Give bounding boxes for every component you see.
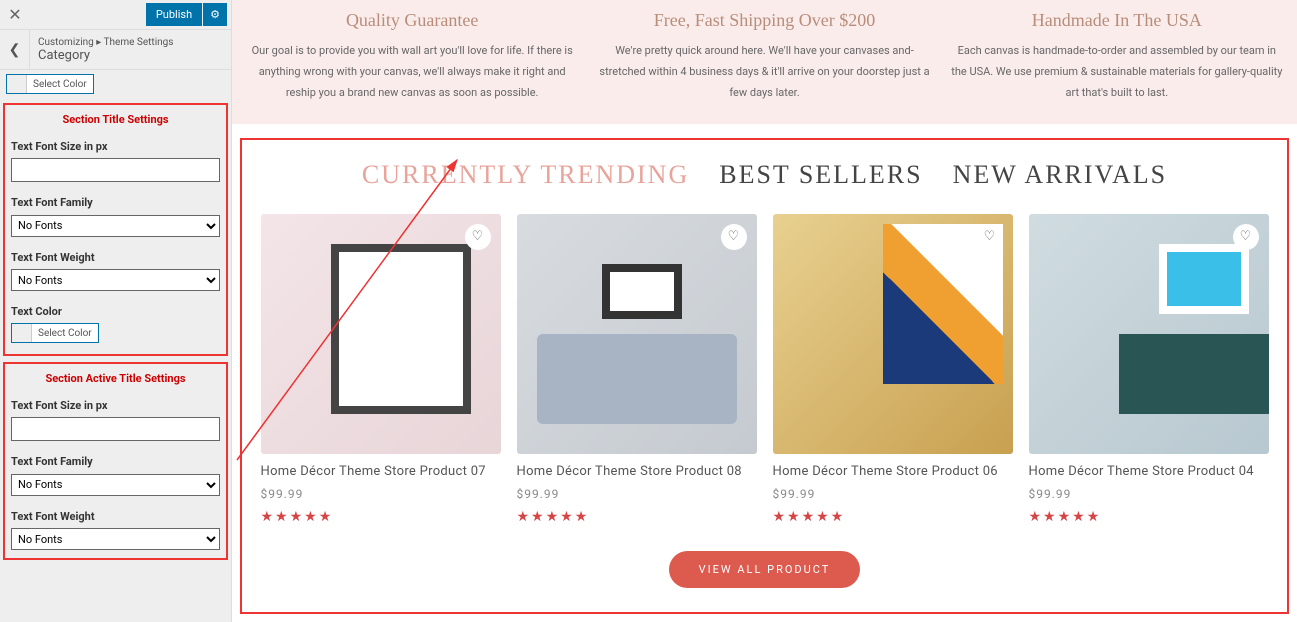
panel-title: Section Active Title Settings	[11, 372, 220, 385]
preview-pane: Quality Guarantee Our goal is to provide…	[232, 0, 1297, 622]
product-image: ♡	[517, 214, 757, 454]
select-font-family[interactable]: No Fonts	[11, 474, 220, 496]
label-font-size: Text Font Size in px	[11, 399, 220, 412]
heart-icon[interactable]: ♡	[1233, 224, 1259, 250]
feature-text: We're pretty quick around here. We'll ha…	[598, 41, 930, 104]
trending-section: CURRENTLY TRENDING BEST SELLERS NEW ARRI…	[240, 138, 1289, 614]
product-name: Home Décor Theme Store Product 08	[517, 464, 757, 479]
product-grid: ♡ Home Décor Theme Store Product 07 $99.…	[252, 214, 1277, 525]
features-row: Quality Guarantee Our goal is to provide…	[232, 0, 1297, 124]
category-tabs: CURRENTLY TRENDING BEST SELLERS NEW ARRI…	[252, 160, 1277, 190]
sidebar-topbar: ✕ Publish ⚙	[0, 0, 231, 30]
gear-icon[interactable]: ⚙	[203, 3, 227, 26]
heart-icon[interactable]: ♡	[721, 224, 747, 250]
nav-header: ❮ Customizing ▸ Theme Settings Category	[0, 30, 231, 70]
select-font-weight[interactable]: No Fonts	[11, 528, 220, 550]
view-all-button[interactable]: VIEW ALL PRODUCT	[669, 551, 861, 588]
feature-title: Quality Guarantee	[246, 10, 578, 31]
panel-title: Section Title Settings	[11, 113, 220, 126]
current-section: Category	[38, 48, 173, 63]
heart-icon[interactable]: ♡	[465, 224, 491, 250]
product-image: ♡	[261, 214, 501, 454]
star-rating: ★★★★★	[1029, 509, 1269, 525]
tab-best-sellers[interactable]: BEST SELLERS	[719, 160, 922, 190]
label-font-weight: Text Font Weight	[11, 251, 220, 264]
publish-button[interactable]: Publish	[146, 3, 202, 26]
product-card[interactable]: ♡ Home Décor Theme Store Product 08 $99.…	[517, 214, 757, 525]
product-price: $99.99	[261, 487, 501, 501]
select-color-button-top[interactable]: Select Color	[6, 74, 94, 94]
select-font-weight[interactable]: No Fonts	[11, 269, 220, 291]
publish-group: Publish ⚙	[146, 3, 231, 26]
label-font-weight: Text Font Weight	[11, 510, 220, 523]
star-rating: ★★★★★	[773, 509, 1013, 525]
color-label: Select Color	[32, 328, 98, 339]
product-card[interactable]: ♡ Home Décor Theme Store Product 04 $99.…	[1029, 214, 1269, 525]
star-rating: ★★★★★	[261, 509, 501, 525]
tab-trending[interactable]: CURRENTLY TRENDING	[362, 160, 689, 190]
customizer-sidebar: ✕ Publish ⚙ ❮ Customizing ▸ Theme Settin…	[0, 0, 232, 622]
heart-icon[interactable]: ♡	[977, 224, 1003, 250]
feature-title: Handmade In The USA	[951, 10, 1283, 31]
input-font-size[interactable]	[11, 417, 220, 441]
product-card[interactable]: ♡ Home Décor Theme Store Product 07 $99.…	[261, 214, 501, 525]
select-font-family[interactable]: No Fonts	[11, 215, 220, 237]
label-text-color: Text Color	[11, 305, 220, 318]
product-name: Home Décor Theme Store Product 06	[773, 464, 1013, 479]
panel-section-title-settings: Section Title Settings Text Font Size in…	[3, 103, 228, 356]
product-price: $99.99	[773, 487, 1013, 501]
feature-text: Each canvas is handmade-to-order and ass…	[951, 41, 1283, 104]
input-font-size[interactable]	[11, 158, 220, 182]
panel-section-active-title-settings: Section Active Title Settings Text Font …	[3, 362, 228, 560]
label-font-size: Text Font Size in px	[11, 140, 220, 153]
product-price: $99.99	[517, 487, 757, 501]
color-swatch	[7, 75, 27, 93]
feature-handmade: Handmade In The USA Each canvas is handm…	[951, 10, 1283, 104]
breadcrumb: Customizing ▸ Theme Settings	[38, 37, 173, 48]
star-rating: ★★★★★	[517, 509, 757, 525]
feature-shipping: Free, Fast Shipping Over $200 We're pret…	[598, 10, 930, 104]
color-swatch	[12, 324, 32, 342]
label-font-family: Text Font Family	[11, 455, 220, 468]
feature-text: Our goal is to provide you with wall art…	[246, 41, 578, 104]
product-image: ♡	[1029, 214, 1269, 454]
select-color-button[interactable]: Select Color	[11, 323, 99, 343]
product-name: Home Décor Theme Store Product 07	[261, 464, 501, 479]
color-label: Select Color	[27, 79, 93, 90]
nav-labels: Customizing ▸ Theme Settings Category	[30, 37, 173, 63]
product-name: Home Décor Theme Store Product 04	[1029, 464, 1269, 479]
partial-color-control: Select Color	[6, 74, 225, 97]
feature-quality: Quality Guarantee Our goal is to provide…	[246, 10, 578, 104]
product-price: $99.99	[1029, 487, 1269, 501]
close-icon[interactable]: ✕	[0, 0, 30, 30]
label-font-family: Text Font Family	[11, 196, 220, 209]
product-card[interactable]: ♡ Home Décor Theme Store Product 06 $99.…	[773, 214, 1013, 525]
feature-title: Free, Fast Shipping Over $200	[598, 10, 930, 31]
product-image: ♡	[773, 214, 1013, 454]
tab-new-arrivals[interactable]: NEW ARRIVALS	[953, 160, 1167, 190]
back-icon[interactable]: ❮	[0, 30, 30, 70]
